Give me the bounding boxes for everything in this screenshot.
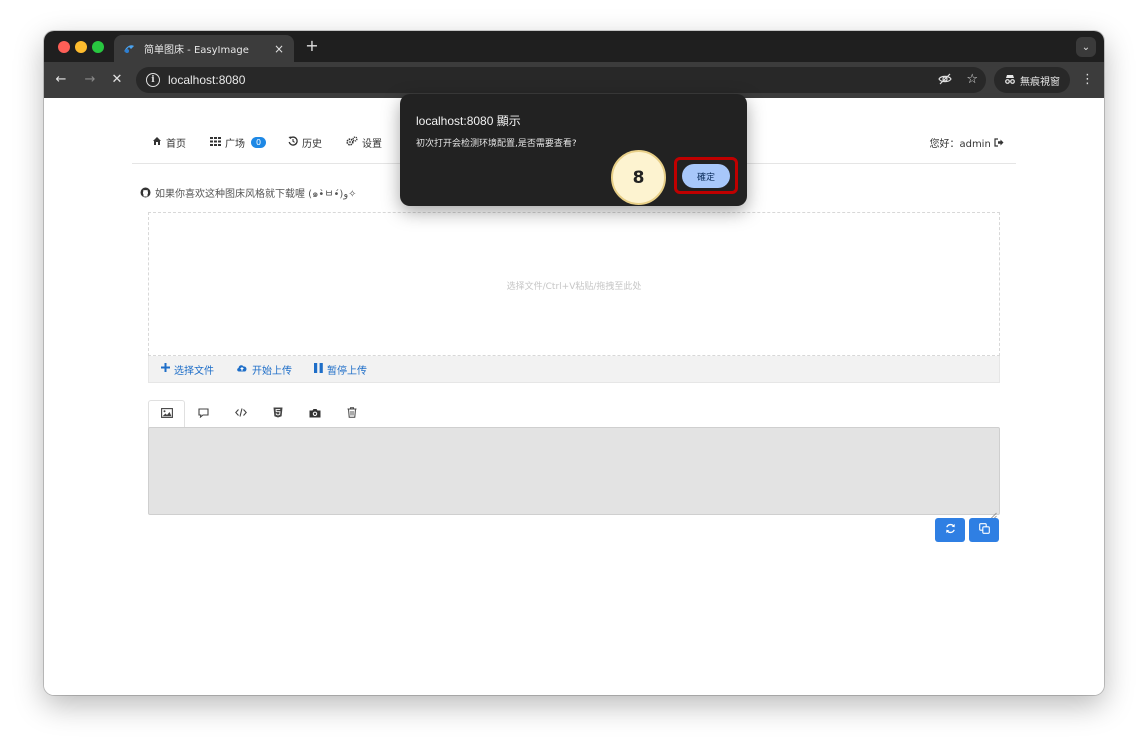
square-count-badge: 0 [251, 137, 267, 148]
select-file-button[interactable]: 选择文件 [161, 362, 214, 377]
image-icon [160, 408, 173, 421]
nav-history[interactable]: 历史 [288, 135, 322, 150]
pause-upload-label: 暂停上传 [327, 365, 367, 377]
copy-icon [978, 523, 990, 537]
maximize-window-button[interactable] [92, 41, 104, 53]
dialog-ok-button[interactable]: 確定 [682, 164, 730, 188]
tab-close-icon[interactable]: × [272, 42, 286, 56]
stop-loading-icon[interactable]: ✕ [108, 71, 126, 89]
trash-icon [347, 407, 357, 421]
forward-arrow-icon[interactable]: → [81, 71, 99, 89]
new-tab-button[interactable]: + [302, 36, 322, 56]
tab-image[interactable] [148, 400, 185, 428]
tab-code[interactable] [222, 400, 259, 428]
refresh-button[interactable] [935, 518, 965, 542]
result-textarea[interactable] [148, 427, 1000, 519]
home-icon [152, 136, 162, 149]
incognito-label: 無痕視窗 [1020, 76, 1060, 88]
html5-icon [273, 407, 283, 421]
result-format-tabs [148, 400, 370, 428]
dialog-title: localhost:8080 顯示 [416, 114, 521, 128]
start-upload-label: 开始上传 [252, 365, 292, 377]
cloud-upload-icon [236, 363, 248, 375]
dropzone-hint: 选择文件/Ctrl+V粘贴/拖拽至此处 [506, 282, 642, 292]
incognito-indicator[interactable]: 無痕視窗 [994, 67, 1070, 93]
browser-tab[interactable]: 简单图床 - EasyImage × [114, 35, 294, 62]
browser-menu-icon[interactable]: ⋮ [1081, 72, 1094, 87]
history-icon [288, 136, 298, 149]
minimize-window-button[interactable] [75, 41, 87, 53]
camera-icon [309, 408, 321, 421]
step-number-marker: 8 [611, 150, 666, 205]
code-icon [234, 408, 247, 420]
resize-grip-icon[interactable] [989, 504, 997, 519]
browser-toolbar: ← → ✕ i localhost:8080 ☆ 無痕視窗 ⋮ [44, 62, 1104, 98]
comment-icon [198, 407, 209, 421]
plus-icon [161, 363, 170, 375]
refresh-icon [945, 523, 956, 537]
upload-action-bar: 选择文件 开始上传 暂停上传 [148, 356, 1000, 383]
back-arrow-icon[interactable]: ← [52, 71, 70, 89]
web-page: 首页 广场 0 历史 设置 您好：admin 如果你喜欢这种图床风格就下载喔 (… [44, 94, 1104, 695]
alert-dialog: localhost:8080 顯示 初次打开会检测环境配置,是否需要查看? 8 … [400, 94, 747, 206]
file-dropzone[interactable]: 选择文件/Ctrl+V粘贴/拖拽至此处 [148, 212, 1000, 356]
user-greeting[interactable]: 您好：admin [929, 135, 1004, 150]
start-upload-button[interactable]: 开始上传 [236, 362, 292, 377]
eye-slash-icon[interactable] [938, 72, 953, 90]
nav-square-label: 广场 [225, 139, 245, 150]
github-icon [140, 187, 151, 201]
nav-history-label: 历史 [302, 139, 322, 150]
nav-settings-label: 设置 [362, 139, 382, 150]
close-window-button[interactable] [58, 41, 70, 53]
pause-icon [314, 362, 323, 376]
promo-text: 如果你喜欢这种图床风格就下载喔 (๑•̀ㅂ•́)و✧ [155, 189, 357, 200]
grid-icon [210, 136, 221, 149]
tab-camera[interactable] [296, 400, 333, 428]
title-bar: 简单图床 - EasyImage × + ⌄ [44, 31, 1104, 62]
copy-button[interactable] [969, 518, 999, 542]
browser-window: 简单图床 - EasyImage × + ⌄ ← → ✕ i localhost… [44, 31, 1104, 695]
pause-upload-button[interactable]: 暂停上传 [314, 362, 367, 377]
tab-delete[interactable] [333, 400, 370, 428]
nav-settings[interactable]: 设置 [346, 135, 382, 150]
user-greeting-label: 您好：admin [929, 139, 991, 150]
bookmark-star-icon[interactable]: ☆ [966, 72, 978, 90]
tab-comment[interactable] [185, 400, 222, 428]
nav-square[interactable]: 广场 0 [210, 135, 267, 150]
site-favicon-icon [122, 42, 136, 56]
site-info-icon[interactable]: i [146, 73, 160, 87]
tab-title: 简单图床 - EasyImage [144, 45, 249, 56]
github-promo-link[interactable]: 如果你喜欢这种图床风格就下载喔 (๑•̀ㅂ•́)و✧ [140, 185, 357, 202]
tab-search-chevron-icon[interactable]: ⌄ [1076, 37, 1096, 57]
address-bar[interactable]: i localhost:8080 ☆ [136, 67, 986, 93]
nav-home[interactable]: 首页 [152, 135, 186, 150]
select-file-label: 选择文件 [174, 365, 214, 377]
logout-icon[interactable] [994, 138, 1004, 150]
incognito-icon [1004, 73, 1016, 88]
gears-icon [346, 136, 358, 149]
nav-home-label: 首页 [166, 139, 186, 150]
address-url[interactable]: localhost:8080 [168, 73, 245, 87]
dialog-message: 初次打开会检测环境配置,是否需要查看? [416, 139, 577, 149]
tab-html5[interactable] [259, 400, 296, 428]
